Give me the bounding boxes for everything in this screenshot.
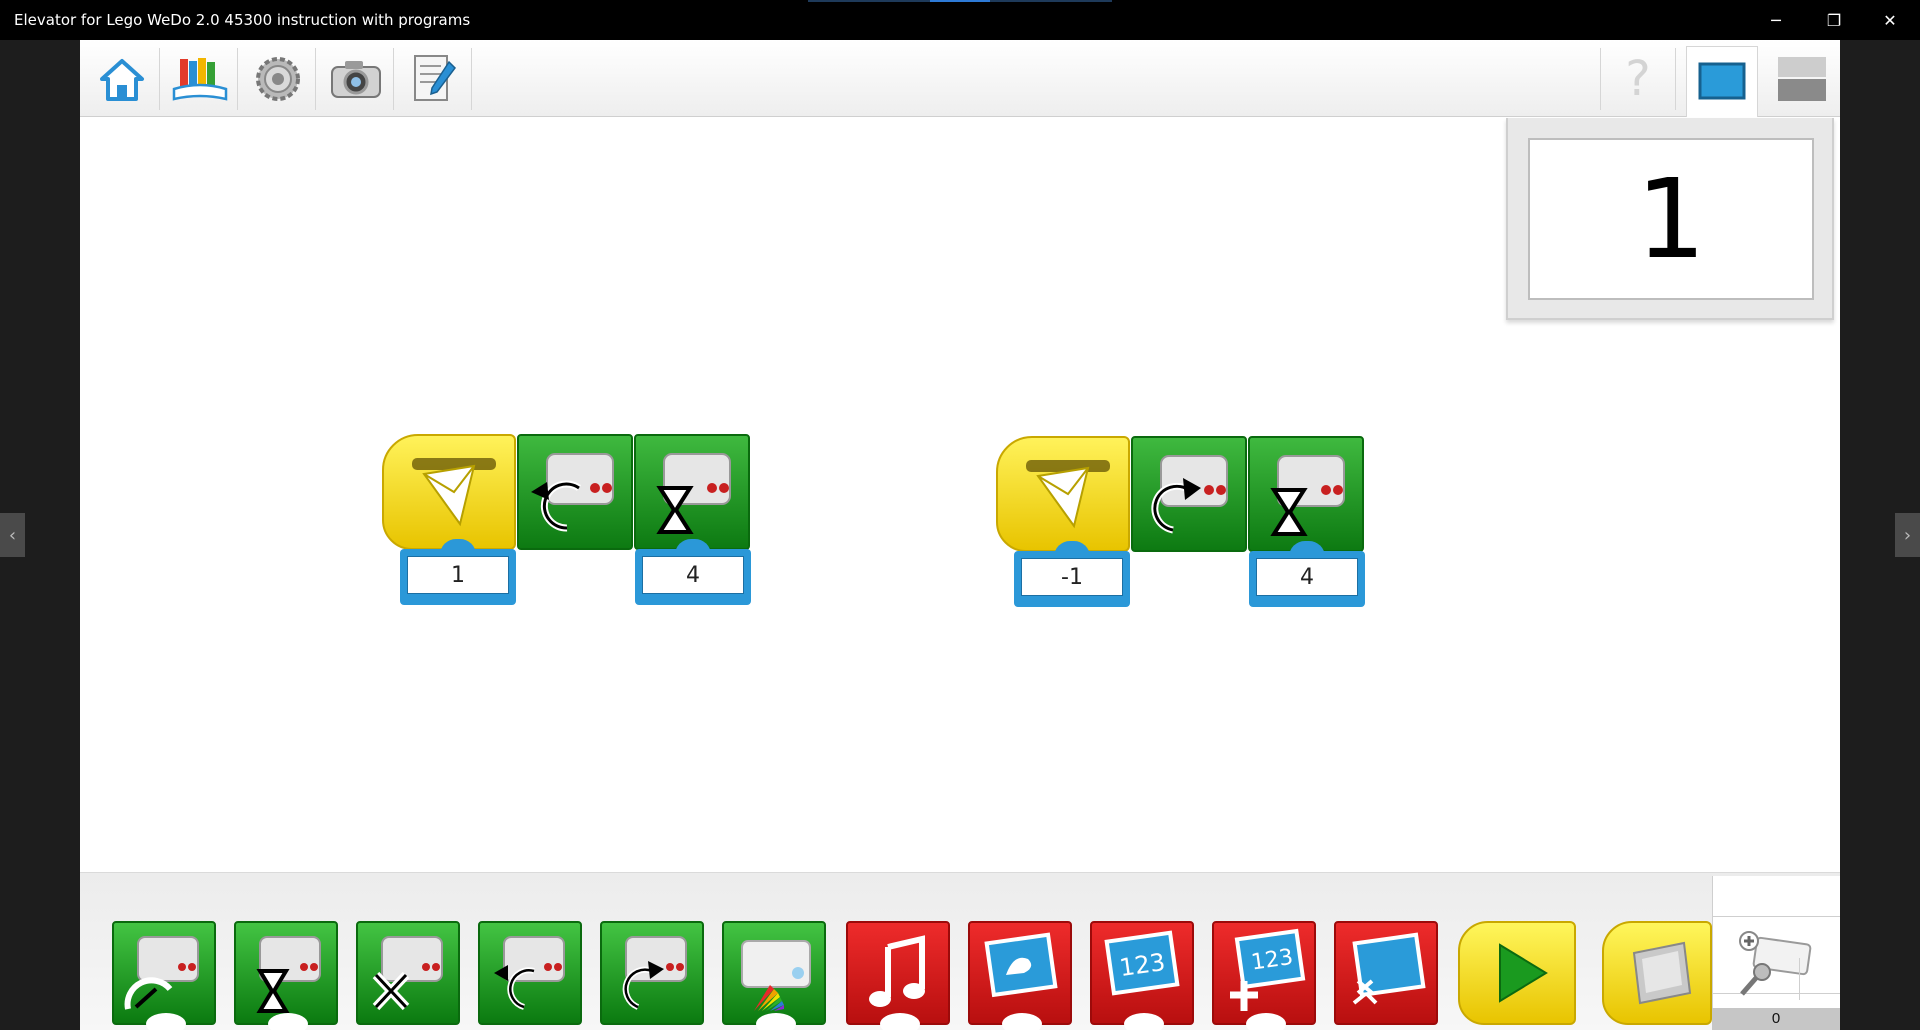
restore-button[interactable]: ❐	[1806, 0, 1862, 40]
display-number-block[interactable]: 123	[1090, 921, 1194, 1030]
start-on-key-block[interactable]	[1602, 921, 1712, 1025]
motor-off-block[interactable]	[356, 921, 460, 1025]
title-bar: Elevator for Lego WeDo 2.0 45300 instruc…	[0, 0, 1920, 40]
block-palette: 123 123	[80, 872, 1840, 1030]
motor-on-for-block[interactable]	[1248, 436, 1364, 552]
hub-counter: 0	[1712, 1008, 1840, 1030]
wait-time-value[interactable]: 4	[1256, 558, 1358, 596]
motor-clockwise-block[interactable]	[600, 921, 704, 1025]
hub-light-icon	[741, 940, 811, 1011]
receive-message-block[interactable]	[382, 434, 516, 550]
motor-hourglass-icon	[256, 936, 321, 1013]
program-view-button[interactable]	[1764, 48, 1840, 110]
display-number-icon: 123	[1104, 930, 1180, 996]
display-value: 1	[1528, 138, 1814, 300]
envelope-icon	[1026, 460, 1110, 529]
motor-counterclockwise-icon	[531, 453, 614, 532]
message-input[interactable]: 1	[400, 539, 516, 605]
display-background-icon	[984, 932, 1058, 998]
previous-page-button[interactable]: ‹	[0, 513, 25, 557]
hub-panel	[1712, 876, 1840, 1030]
play-icon	[1499, 943, 1548, 1003]
display-panel: 1	[1506, 118, 1834, 320]
motor-clockwise-icon	[622, 936, 687, 1010]
wait-time-input[interactable]: 4	[635, 539, 751, 605]
message-value[interactable]: -1	[1021, 558, 1123, 596]
grey-panel-icon	[1778, 57, 1826, 101]
receive-message-block[interactable]	[996, 436, 1130, 552]
wait-time-input[interactable]: 4	[1249, 541, 1365, 607]
light-color-block[interactable]	[722, 921, 826, 1030]
music-note-icon	[869, 935, 925, 1007]
motor-clockwise-block[interactable]	[1131, 436, 1247, 552]
motor-counterclockwise-icon	[494, 936, 565, 1010]
motor-clockwise-icon	[1151, 455, 1228, 534]
help-icon: ?	[1625, 53, 1650, 105]
motor-counterclockwise-block[interactable]	[478, 921, 582, 1025]
motor-off-icon	[372, 936, 443, 1011]
microphone-icon	[1739, 963, 1771, 996]
add-to-display-block[interactable]: 123	[1212, 921, 1316, 1030]
home-icon	[99, 59, 144, 101]
motor-counterclockwise-block[interactable]	[517, 434, 633, 550]
help-button[interactable]: ?	[1600, 48, 1676, 110]
gear-icon	[255, 57, 300, 101]
wedo-app: ? 1 4 -1 4 1 123 123 0	[80, 40, 1840, 1030]
window-title: Elevator for Lego WeDo 2.0 45300 instruc…	[14, 11, 471, 29]
svg-text:?: ?	[1625, 53, 1650, 105]
add-number-icon: 123	[1230, 928, 1306, 1011]
minimize-button[interactable]: ─	[1748, 0, 1804, 40]
display-icon	[1698, 62, 1746, 100]
settings-button[interactable]	[240, 48, 316, 110]
display-toggle-button[interactable]	[1686, 46, 1758, 117]
motor-on-for-block[interactable]	[234, 921, 338, 1030]
display-size-block[interactable]	[1334, 921, 1438, 1025]
wait-time-value[interactable]: 4	[642, 556, 744, 594]
key-icon	[1632, 941, 1692, 1005]
motor-hourglass-icon	[656, 453, 731, 534]
envelope-icon	[412, 458, 496, 527]
camera-button[interactable]	[318, 48, 394, 110]
motor-power-icon	[124, 936, 199, 1010]
library-icon	[172, 58, 227, 101]
motor-hourglass-icon	[1270, 455, 1345, 536]
documentation-button[interactable]	[396, 48, 472, 110]
document-icon	[413, 55, 456, 101]
camera-icon	[330, 61, 381, 98]
message-value[interactable]: 1	[407, 556, 509, 594]
close-button[interactable]: ✕	[1862, 0, 1918, 40]
motor-on-for-block[interactable]	[634, 434, 750, 550]
library-button[interactable]	[162, 48, 238, 110]
microphone-button[interactable]	[1712, 958, 1800, 1000]
toolbar: ?	[80, 40, 1840, 117]
message-input[interactable]: -1	[1014, 541, 1130, 607]
motor-power-block[interactable]	[112, 921, 216, 1030]
display-shrink-icon	[1352, 932, 1426, 1005]
home-button[interactable]	[84, 48, 160, 110]
title-accent-highlight	[930, 0, 990, 2]
start-block[interactable]	[1458, 921, 1576, 1025]
display-background-block[interactable]	[968, 921, 1072, 1030]
next-page-button[interactable]: ›	[1895, 513, 1920, 557]
play-sound-block[interactable]	[846, 921, 950, 1030]
